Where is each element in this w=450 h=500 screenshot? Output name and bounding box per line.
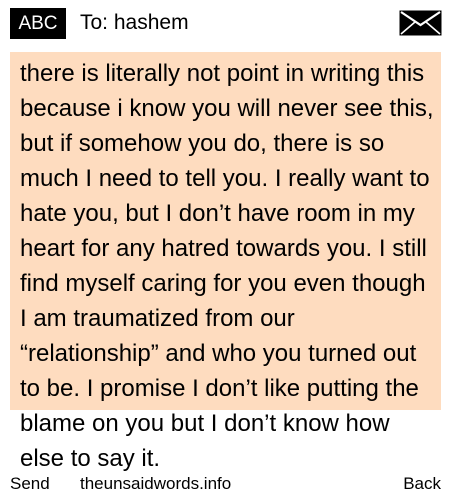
message-body[interactable]: there is literally not point in writing …: [20, 56, 438, 476]
compose-header: ABC To: hashem: [0, 0, 450, 48]
input-mode-badge[interactable]: ABC: [10, 8, 66, 39]
back-button[interactable]: Back: [403, 472, 441, 496]
site-watermark: theunsaidwords.info: [80, 474, 232, 493]
softkey-bar: Send theunsaidwords.info Back: [0, 470, 450, 500]
recipient-field[interactable]: To: hashem: [80, 9, 189, 37]
send-button[interactable]: Send: [10, 472, 50, 496]
envelope-icon: [399, 10, 442, 36]
